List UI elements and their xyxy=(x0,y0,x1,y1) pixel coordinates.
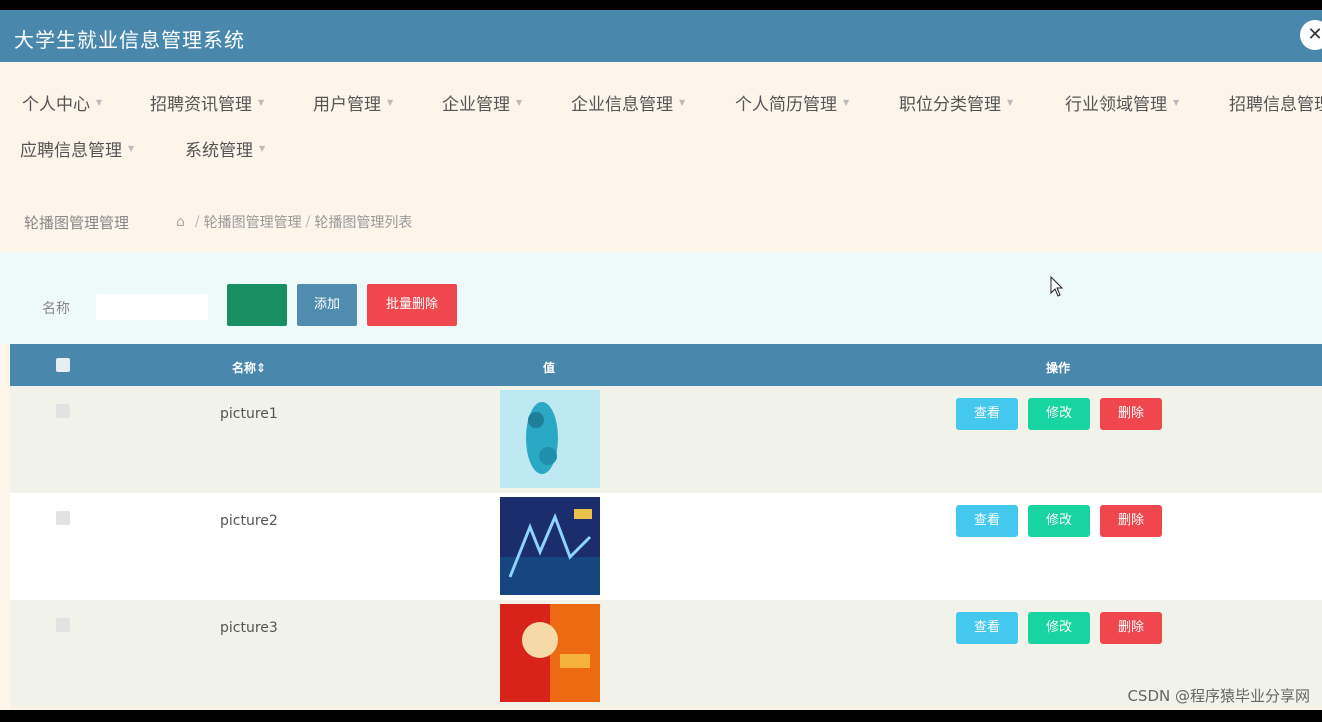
nav-item-label: 行业领域管理 xyxy=(1065,95,1167,115)
view-button[interactable]: 查看 xyxy=(956,398,1018,430)
row-name: picture2 xyxy=(220,513,278,529)
nav-item-job-categories[interactable]: 职位分类管理 ▼ xyxy=(899,90,1013,115)
delete-button[interactable]: 删除 xyxy=(1100,505,1162,537)
breadcrumb-separator: / xyxy=(305,214,311,230)
row-checkbox[interactable] xyxy=(56,618,70,632)
row-name: picture1 xyxy=(220,406,278,422)
title-bar: 大学生就业信息管理系统 ✕ xyxy=(0,10,1322,62)
nav-item-companies[interactable]: 企业管理 ▼ xyxy=(442,90,522,115)
breadcrumb-separator: / xyxy=(194,214,200,230)
top-nav: 个人中心 ▼ 招聘资讯管理 ▼ 用户管理 ▼ 企业管理 ▼ 企业信息管理 ▼ 个人简历管理… xyxy=(0,62,1322,190)
chevron-down-icon: ▼ xyxy=(387,98,394,107)
add-button[interactable]: 添加 xyxy=(297,284,357,326)
select-all-checkbox[interactable] xyxy=(56,358,70,372)
row-checkbox[interactable] xyxy=(56,511,70,525)
nav-item-label: 系统管理 xyxy=(185,141,253,161)
table-row: picture2 查看 修改 删除 xyxy=(10,493,1322,600)
chevron-down-icon: ▼ xyxy=(128,144,135,153)
column-header-label: 名称 xyxy=(232,361,257,375)
nav-item-company-info[interactable]: 企业信息管理 ▼ xyxy=(571,90,685,115)
row-checkbox[interactable] xyxy=(56,404,70,418)
delete-button[interactable]: 删除 xyxy=(1100,398,1162,430)
delete-button[interactable]: 删除 xyxy=(1100,612,1162,644)
search-area: 名称 添加 批量删除 xyxy=(0,252,1322,344)
nav-item-label: 招聘资讯管理 xyxy=(150,95,252,115)
edit-button[interactable]: 修改 xyxy=(1028,398,1090,430)
breadcrumb-item-current: 轮播图管理列表 xyxy=(314,215,413,231)
nav-item-label: 企业信息管理 xyxy=(571,95,673,115)
nav-item-label: 应聘信息管理 xyxy=(20,141,122,161)
chevron-down-icon: ▼ xyxy=(96,98,103,107)
row-actions: 查看 修改 删除 xyxy=(956,505,1162,537)
edit-button[interactable]: 修改 xyxy=(1028,505,1090,537)
chevron-down-icon: ▼ xyxy=(679,98,686,107)
chevron-down-icon: ▼ xyxy=(843,98,850,107)
row-actions: 查看 修改 删除 xyxy=(956,612,1162,644)
nav-item-label: 个人简历管理 xyxy=(735,95,837,115)
view-button[interactable]: 查看 xyxy=(956,505,1018,537)
view-button[interactable]: 查看 xyxy=(956,612,1018,644)
home-icon[interactable]: ⌂ xyxy=(176,214,185,230)
nav-item-applications[interactable]: 应聘信息管理 ▼ xyxy=(20,136,134,161)
chevron-down-icon: ▼ xyxy=(516,98,523,107)
nav-item-users[interactable]: 用户管理 ▼ xyxy=(313,90,393,115)
breadcrumb: ⌂ / 轮播图管理管理 / 轮播图管理列表 xyxy=(176,212,412,232)
row-name: picture3 xyxy=(220,620,278,636)
nav-item-resumes[interactable]: 个人简历管理 ▼ xyxy=(735,90,849,115)
chevron-down-icon: ▼ xyxy=(259,144,266,153)
row-image xyxy=(500,604,600,702)
breadcrumb-bar: 轮播图管理管理 ⌂ / 轮播图管理管理 / 轮播图管理列表 xyxy=(0,190,1322,250)
table-row: picture1 查看 修改 删除 xyxy=(10,386,1322,493)
data-table: 名称⇕ 值 操作 picture1 查看 修改 删除 picture2 查看 修… xyxy=(10,344,1322,707)
watermark: CSDN @程序猿毕业分享网 xyxy=(1127,687,1310,705)
edit-button[interactable]: 修改 xyxy=(1028,612,1090,644)
page-title: 轮播图管理管理 xyxy=(24,214,130,232)
app-window: 大学生就业信息管理系统 ✕ 个人中心 ▼ 招聘资讯管理 ▼ 用户管理 ▼ 企业管理 ▼ … xyxy=(0,10,1322,710)
close-icon[interactable]: ✕ xyxy=(1300,20,1322,50)
nav-item-recruit-info[interactable]: 招聘信息管理 xyxy=(1229,90,1322,115)
batch-delete-button[interactable]: 批量删除 xyxy=(367,284,457,326)
chevron-down-icon: ▼ xyxy=(258,98,265,107)
nav-item-personal-center[interactable]: 个人中心 ▼ xyxy=(22,90,102,115)
nav-item-industries[interactable]: 行业领域管理 ▼ xyxy=(1065,90,1179,115)
column-header-actions: 操作 xyxy=(1046,361,1071,375)
breadcrumb-item[interactable]: 轮播图管理管理 xyxy=(204,212,302,232)
column-header-name[interactable]: 名称⇕ xyxy=(232,359,266,376)
row-actions: 查看 修改 删除 xyxy=(956,398,1162,430)
nav-item-label: 企业管理 xyxy=(442,95,510,115)
sort-icon: ⇕ xyxy=(256,361,267,375)
search-input[interactable] xyxy=(96,294,208,320)
nav-item-label: 用户管理 xyxy=(313,95,381,115)
app-title: 大学生就业信息管理系统 xyxy=(14,28,245,52)
nav-item-recruit-news[interactable]: 招聘资讯管理 ▼ xyxy=(150,90,264,115)
search-label: 名称 xyxy=(42,301,70,317)
table-row: picture3 查看 修改 删除 xyxy=(10,600,1322,707)
mouse-cursor-icon xyxy=(1050,276,1064,297)
search-button[interactable] xyxy=(227,284,287,326)
row-image xyxy=(500,497,600,595)
column-header-value: 值 xyxy=(543,361,556,375)
chevron-down-icon: ▼ xyxy=(1007,98,1014,107)
table-header: 名称⇕ 值 操作 xyxy=(10,344,1322,386)
row-image xyxy=(500,390,600,488)
nav-item-system[interactable]: 系统管理 ▼ xyxy=(185,136,265,161)
nav-item-label: 个人中心 xyxy=(22,95,90,115)
chevron-down-icon: ▼ xyxy=(1173,98,1180,107)
nav-item-label: 招聘信息管理 xyxy=(1229,95,1322,115)
nav-item-label: 职位分类管理 xyxy=(899,95,1001,115)
